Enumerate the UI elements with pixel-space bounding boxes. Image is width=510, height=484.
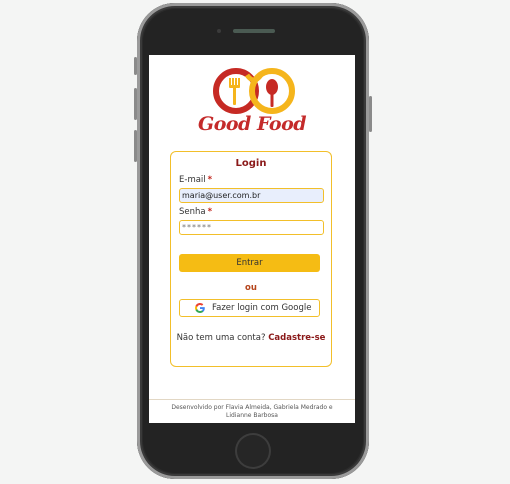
google-login-label: Fazer login com Google (212, 303, 312, 313)
required-marker: * (207, 207, 213, 217)
signup-prompt-text: Não tem uma conta? (176, 333, 266, 343)
app-screen: Good Food Login E-mail * maria@user.com.b… (149, 55, 355, 423)
password-label-text: Senha (179, 207, 206, 217)
speaker-grille (233, 29, 275, 33)
volume-up-button (134, 88, 137, 120)
login-card: Login E-mail * maria@user.com.br Senha * *… (170, 151, 332, 367)
google-g-icon (195, 303, 205, 313)
camera-icon (217, 29, 221, 33)
email-label: E-mail * (179, 175, 212, 185)
password-label: Senha * (179, 207, 212, 217)
google-login-button[interactable]: Fazer login com Google (179, 299, 320, 317)
email-label-text: E-mail (179, 175, 206, 185)
password-field[interactable]: ****** (179, 220, 324, 235)
login-button[interactable]: Entrar (179, 254, 320, 272)
required-marker: * (207, 175, 213, 185)
footer-credits: Desenvolvido por Flavia Almeida, Gabriel… (171, 404, 333, 419)
signup-link[interactable]: Cadastre-se (268, 333, 325, 343)
volume-down-button (134, 130, 137, 162)
or-divider: ou (245, 283, 257, 293)
power-button (369, 96, 372, 132)
signup-prompt: Não tem uma conta? Cadastre-se (171, 333, 331, 343)
home-button (235, 433, 271, 469)
login-title: Login (235, 158, 267, 169)
footer-divider (149, 399, 355, 400)
email-field[interactable]: maria@user.com.br (179, 188, 324, 203)
mute-switch (134, 57, 137, 75)
brand-name: Good Food (197, 113, 307, 135)
